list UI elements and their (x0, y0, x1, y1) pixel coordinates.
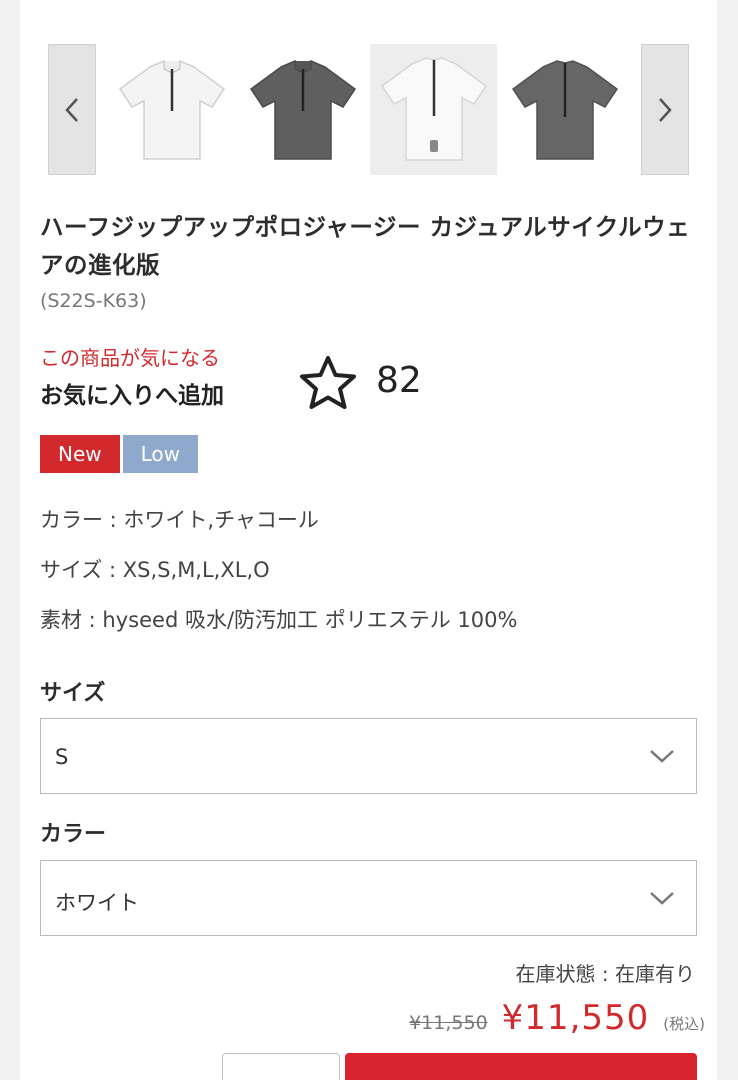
chevron-down-icon (650, 892, 674, 905)
carousel-prev-button[interactable] (48, 44, 96, 175)
spec-color: カラー : ホワイト,チャコール (40, 508, 319, 532)
chevron-right-icon (659, 97, 672, 122)
add-to-favorites-link[interactable]: お気に入りへ追加 (40, 376, 224, 410)
jersey-white-front-image (118, 59, 225, 160)
size-field-label: サイズ (40, 681, 106, 706)
add-to-cart-button[interactable] (345, 1053, 697, 1080)
color-select-value: ホワイト (55, 891, 139, 915)
price-row: ¥11,550 ¥11,550 (税込) (409, 998, 705, 1038)
chevron-left-icon (65, 97, 78, 122)
product-badges: New Low (40, 435, 199, 473)
thumbnail-white-back[interactable] (370, 44, 497, 175)
badge-new: New (40, 435, 120, 473)
jersey-white-back-image (380, 56, 487, 161)
jersey-charcoal-back-image (511, 59, 618, 160)
thumbnail-strip (108, 44, 630, 175)
thumbnail-charcoal-front[interactable] (239, 44, 366, 175)
size-select-value: S (55, 745, 69, 769)
sale-price: ¥11,550 (501, 998, 650, 1038)
product-sku: (S22S-K63) (40, 290, 147, 312)
jersey-charcoal-front-image (249, 59, 356, 160)
tax-note: (税込) (663, 1015, 705, 1033)
thumbnail-white-front[interactable] (108, 44, 235, 175)
favorite-section: この商品が気になる お気に入りへ追加 82 (40, 342, 460, 412)
badge-low: Low (122, 435, 199, 473)
product-title: ハーフジップアップポロジャージー カジュアルサイクルウェアの進化版 (40, 213, 691, 279)
spec-size: サイズ : XS,S,M,L,XL,O (40, 558, 270, 582)
stock-status: 在庫状態 : 在庫有り (515, 962, 695, 986)
favorite-count: 82 (376, 360, 422, 401)
color-select[interactable]: ホワイト (40, 860, 697, 936)
quantity-input[interactable] (222, 1053, 340, 1080)
image-carousel (48, 44, 689, 175)
carousel-next-button[interactable] (641, 44, 689, 175)
product-page: ハーフジップアップポロジャージー カジュアルサイクルウェアの進化版 (S22S-… (20, 0, 717, 1080)
favorite-note: この商品が気になる (40, 346, 220, 370)
star-outline-icon[interactable] (297, 354, 359, 412)
size-select[interactable]: S (40, 718, 697, 794)
original-price: ¥11,550 (409, 1012, 488, 1034)
thumbnail-charcoal-back[interactable] (501, 44, 628, 175)
chevron-down-icon (650, 750, 674, 763)
spec-material: 素材 : hyseed 吸水/防汚加工 ポリエステル 100% (40, 608, 518, 632)
color-field-label: カラー (40, 822, 107, 847)
